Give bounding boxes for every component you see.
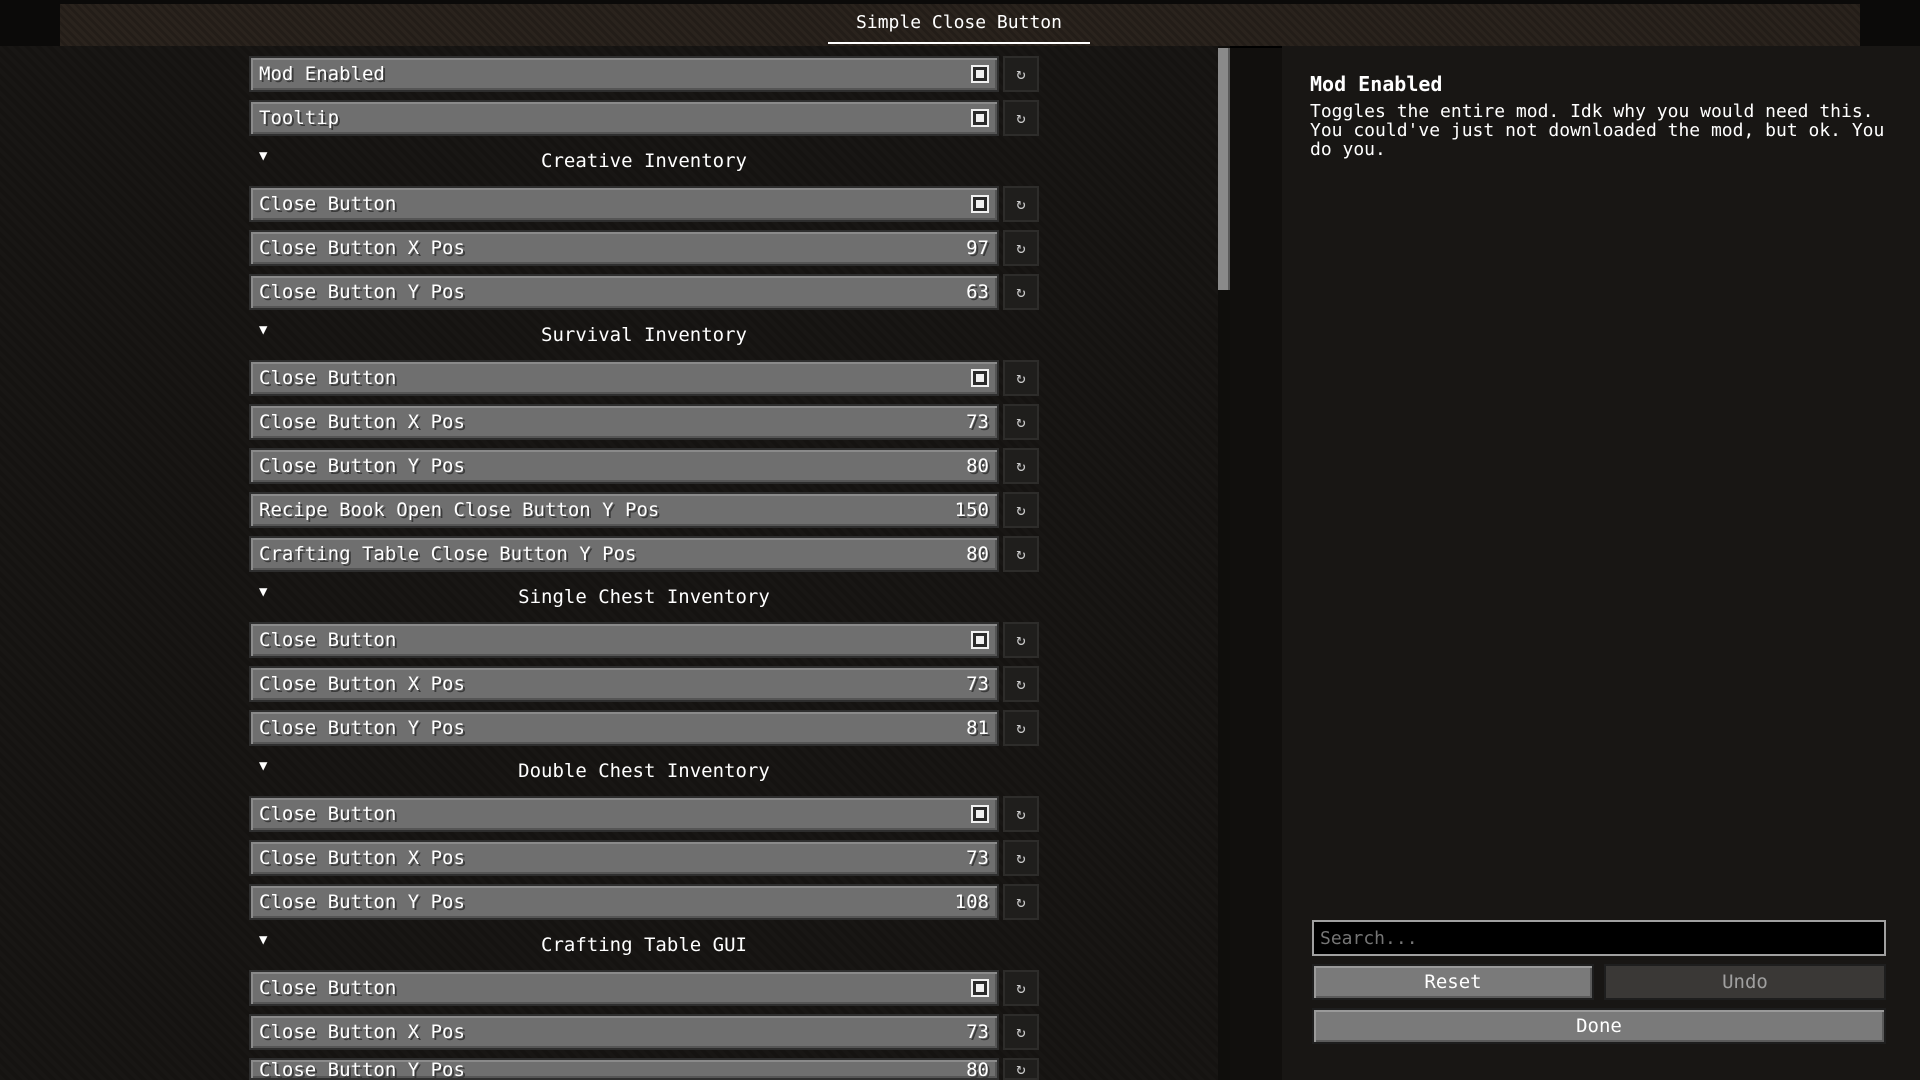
reset-arrow-icon[interactable]: ↻: [1003, 230, 1039, 266]
close-button-toggle[interactable]: Close Button: [249, 360, 999, 396]
row-label: Crafting Table Close Button Y Pos: [259, 543, 637, 565]
close-button-y-pos-field[interactable]: Close Button Y Pos 63: [249, 274, 999, 310]
row-label: Close Button X Pos: [259, 237, 465, 259]
section-title: Crafting Table GUI: [541, 934, 747, 956]
reset-arrow-icon[interactable]: ↻: [1003, 796, 1039, 832]
row-label: Close Button Y Pos: [259, 717, 465, 739]
reset-arrow-icon[interactable]: ↻: [1003, 100, 1039, 136]
row-value[interactable]: 73: [966, 842, 989, 874]
checkbox-icon[interactable]: [971, 195, 989, 213]
section-header-crafting-table-gui[interactable]: ▼ Crafting Table GUI: [249, 930, 1039, 960]
undo-button[interactable]: Undo: [1604, 964, 1886, 1000]
reset-arrow-icon[interactable]: ↻: [1003, 274, 1039, 310]
row-value[interactable]: 80: [966, 1060, 989, 1080]
row-value[interactable]: 150: [955, 494, 989, 526]
checkbox-icon[interactable]: [971, 805, 989, 823]
recipe-book-close-button-y-pos-field[interactable]: Recipe Book Open Close Button Y Pos 150: [249, 492, 999, 528]
search-input[interactable]: [1312, 920, 1886, 956]
row-label: Close Button: [259, 629, 397, 651]
row-value[interactable]: 80: [966, 450, 989, 482]
reset-arrow-icon[interactable]: ↻: [1003, 360, 1039, 396]
reset-arrow-icon[interactable]: ↻: [1003, 884, 1039, 920]
tooltip-toggle[interactable]: Tooltip: [249, 100, 999, 136]
close-button-toggle[interactable]: Close Button: [249, 970, 999, 1006]
checkbox-icon[interactable]: [971, 369, 989, 387]
reset-arrow-icon[interactable]: ↻: [1003, 56, 1039, 92]
reset-arrow-icon[interactable]: ↻: [1003, 186, 1039, 222]
close-button-x-pos-field[interactable]: Close Button X Pos 73: [249, 840, 999, 876]
row-label: Close Button: [259, 803, 397, 825]
reset-arrow-icon[interactable]: ↻: [1003, 404, 1039, 440]
reset-arrow-icon[interactable]: ↻: [1003, 1014, 1039, 1050]
row-label: Close Button Y Pos: [259, 891, 465, 913]
config-screen: Simple Close Button Config Mod Enabled ↻…: [0, 0, 1920, 1080]
section-title: Survival Inventory: [541, 324, 747, 346]
row-label: Recipe Book Open Close Button Y Pos: [259, 499, 660, 521]
reset-arrow-icon[interactable]: ↻: [1003, 492, 1039, 528]
row-label: Close Button: [259, 193, 397, 215]
section-header-creative-inventory[interactable]: ▼ Creative Inventory: [249, 146, 1039, 176]
close-button-toggle[interactable]: Close Button: [249, 796, 999, 832]
row-label: Close Button X Pos: [259, 411, 465, 433]
reset-arrow-icon[interactable]: ↻: [1003, 970, 1039, 1006]
reset-arrow-icon[interactable]: ↻: [1003, 1058, 1039, 1080]
section-title: Double Chest Inventory: [518, 760, 770, 782]
crafting-table-close-button-y-pos-field[interactable]: Crafting Table Close Button Y Pos 80: [249, 536, 999, 572]
close-button-x-pos-field[interactable]: Close Button X Pos 73: [249, 666, 999, 702]
close-button-y-pos-field[interactable]: Close Button Y Pos 81: [249, 710, 999, 746]
close-button-x-pos-field[interactable]: Close Button X Pos 73: [249, 1014, 999, 1050]
reset-arrow-icon[interactable]: ↻: [1003, 666, 1039, 702]
row-label: Close Button Y Pos: [259, 281, 465, 303]
row-value[interactable]: 97: [966, 232, 989, 264]
row-label: Close Button Y Pos: [259, 455, 465, 477]
checkbox-icon[interactable]: [971, 109, 989, 127]
row-value[interactable]: 73: [966, 1016, 989, 1048]
row-label: Close Button X Pos: [259, 673, 465, 695]
mod-enabled-toggle[interactable]: Mod Enabled: [249, 56, 999, 92]
checkbox-icon[interactable]: [971, 979, 989, 997]
reset-arrow-icon[interactable]: ↻: [1003, 448, 1039, 484]
row-value[interactable]: 73: [966, 668, 989, 700]
close-button-x-pos-field[interactable]: Close Button X Pos 73: [249, 404, 999, 440]
section-title: Single Chest Inventory: [518, 586, 770, 608]
section-header-double-chest-inventory[interactable]: ▼ Double Chest Inventory: [249, 756, 1039, 786]
title-bar: Simple Close Button Config: [0, 0, 1920, 71]
section-header-single-chest-inventory[interactable]: ▼ Single Chest Inventory: [249, 582, 1039, 612]
row-label: Close Button: [259, 367, 397, 389]
done-button[interactable]: Done: [1312, 1008, 1886, 1044]
reset-button[interactable]: Reset: [1312, 964, 1594, 1000]
tab-config-title[interactable]: Simple Close Button Config: [828, 4, 1090, 71]
description-title: Mod Enabled: [1310, 72, 1443, 96]
row-value[interactable]: 108: [955, 886, 989, 918]
reset-arrow-icon[interactable]: ↻: [1003, 536, 1039, 572]
row-value[interactable]: 81: [966, 712, 989, 744]
close-button-toggle[interactable]: Close Button: [249, 622, 999, 658]
scrollbar-thumb[interactable]: [1218, 48, 1230, 290]
close-button-y-pos-field[interactable]: Close Button Y Pos 80: [249, 1058, 999, 1080]
close-button-x-pos-field[interactable]: Close Button X Pos 97: [249, 230, 999, 266]
row-value[interactable]: 63: [966, 276, 989, 308]
row-value[interactable]: 73: [966, 406, 989, 438]
row-label: Close Button Y Pos: [259, 1059, 465, 1080]
row-label: Mod Enabled: [259, 63, 385, 85]
row-label: Close Button X Pos: [259, 1021, 465, 1043]
close-button-y-pos-field[interactable]: Close Button Y Pos 80: [249, 448, 999, 484]
section-title: Creative Inventory: [541, 150, 747, 172]
description-text: Toggles the entire mod. Idk why you woul…: [1310, 101, 1885, 160]
row-label: Tooltip: [259, 107, 340, 129]
reset-arrow-icon[interactable]: ↻: [1003, 622, 1039, 658]
checkbox-icon[interactable]: [971, 65, 989, 83]
reset-arrow-icon[interactable]: ↻: [1003, 840, 1039, 876]
reset-arrow-icon[interactable]: ↻: [1003, 710, 1039, 746]
row-label: Close Button X Pos: [259, 847, 465, 869]
checkbox-icon[interactable]: [971, 631, 989, 649]
row-label: Close Button: [259, 977, 397, 999]
close-button-y-pos-field[interactable]: Close Button Y Pos 108: [249, 884, 999, 920]
close-button-toggle[interactable]: Close Button: [249, 186, 999, 222]
section-header-survival-inventory[interactable]: ▼ Survival Inventory: [249, 320, 1039, 350]
row-value[interactable]: 80: [966, 538, 989, 570]
